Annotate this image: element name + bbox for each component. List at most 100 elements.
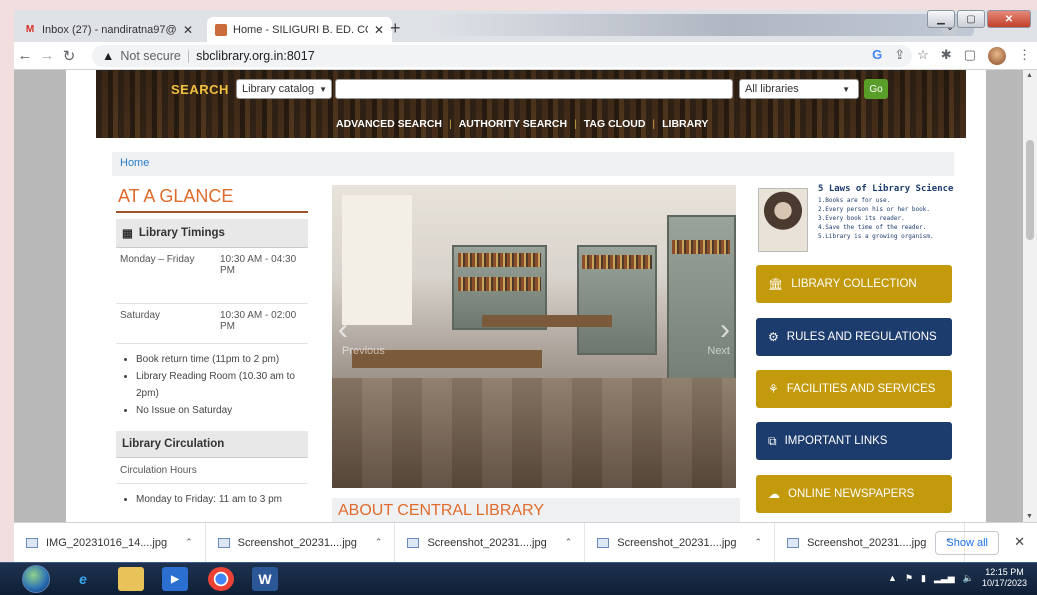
tab-home[interactable]: Home - SILIGURI B. ED. COLLEGE ✕ bbox=[207, 17, 392, 42]
chevron-up-icon[interactable]: ⌃ bbox=[185, 537, 193, 548]
at-a-glance-panel: AT A GLANCE ▦ Library Timings Monday – F… bbox=[116, 184, 308, 512]
photo-floor bbox=[332, 378, 736, 488]
glance-title: AT A GLANCE bbox=[116, 184, 308, 213]
list-item: Monday to Friday: 11 am to 3 pm bbox=[136, 491, 308, 508]
list-item: Book return time (11pm to 2 pm) bbox=[136, 351, 308, 368]
library-select[interactable]: All libraries ▼ bbox=[739, 79, 859, 99]
about-library-heading: ABOUT CENTRAL LIBRARY bbox=[332, 498, 740, 522]
chevron-up-icon[interactable]: ⌃ bbox=[755, 537, 763, 548]
search-input[interactable] bbox=[335, 79, 733, 99]
minimize-button[interactable]: ▁ bbox=[927, 10, 955, 28]
file-explorer-icon[interactable] bbox=[118, 567, 144, 591]
address-bar[interactable]: ▲ Not secure | sbclibrary.org.in:8017 bbox=[92, 45, 912, 67]
new-tab-button[interactable]: + bbox=[390, 18, 401, 39]
five-laws-card: 5 Laws of Library Science 1.Books are fo… bbox=[756, 184, 954, 256]
window-controls: ▁ ▢ ✕ bbox=[927, 10, 1031, 28]
download-item[interactable]: Screenshot_20231....jpg ⌃ bbox=[206, 523, 396, 562]
breadcrumb-home-link[interactable]: Home bbox=[120, 157, 149, 169]
button-label: IMPORTANT LINKS bbox=[784, 435, 888, 447]
circulation-hours-label: Circulation Hours bbox=[116, 458, 308, 484]
tray-expand-icon[interactable]: ▲ bbox=[888, 573, 897, 583]
sidepanel-icon[interactable]: ▢ bbox=[964, 47, 976, 65]
bookmark-star-icon[interactable]: ☆ bbox=[917, 47, 929, 65]
menu-kebab-icon[interactable]: ⋮ bbox=[1018, 47, 1031, 65]
library-timings-title: Library Timings bbox=[138, 227, 225, 239]
close-icon[interactable]: ✕ bbox=[1014, 534, 1025, 550]
tab-gmail[interactable]: M Inbox (27) - nandiratna97@gmai ✕ bbox=[16, 17, 201, 42]
library-collection-button[interactable]: 🏛 LIBRARY COLLECTION bbox=[756, 265, 952, 303]
chevron-up-icon[interactable]: ⌃ bbox=[565, 537, 573, 548]
download-item[interactable]: IMG_20231016_14....jpg ⌃ bbox=[14, 523, 206, 562]
carousel-prev[interactable]: Previous bbox=[342, 345, 385, 357]
start-button[interactable] bbox=[22, 565, 50, 593]
nav-library[interactable]: LIBRARY bbox=[662, 118, 708, 130]
back-button[interactable]: ← bbox=[14, 47, 36, 64]
timing-notes: Book return time (11pm to 2 pm) Library … bbox=[116, 344, 308, 423]
clock[interactable]: 12:15 PM 10/17/2023 bbox=[982, 567, 1027, 589]
library-photo-carousel[interactable]: ‹ › Previous Next bbox=[332, 185, 736, 488]
chevron-up-icon[interactable]: ⌃ bbox=[375, 537, 383, 548]
flag-icon[interactable]: ⚑ bbox=[905, 573, 913, 584]
gmail-icon: M bbox=[25, 24, 35, 35]
browser-window: M Inbox (27) - nandiratna97@gmai ✕ Home … bbox=[14, 10, 1037, 562]
photo-books bbox=[458, 277, 541, 291]
button-label: LIBRARY COLLECTION bbox=[791, 278, 917, 290]
important-links-button[interactable]: ⧉ IMPORTANT LINKS bbox=[756, 422, 952, 460]
chevron-right-icon[interactable]: › bbox=[720, 313, 730, 347]
download-filename: Screenshot_20231....jpg bbox=[427, 536, 547, 549]
google-icon[interactable]: G bbox=[872, 47, 882, 65]
laws-list: 1.Books are for use. 2.Every person his … bbox=[818, 196, 934, 241]
go-button[interactable]: Go bbox=[864, 79, 888, 99]
internet-explorer-icon[interactable]: e bbox=[70, 567, 96, 591]
library-select-value: All libraries bbox=[745, 83, 799, 95]
reload-button[interactable]: ↻ bbox=[58, 47, 80, 65]
rules-regulations-button[interactable]: ⚙ RULES AND REGULATIONS bbox=[756, 318, 952, 356]
nav-advanced-search[interactable]: ADVANCED SEARCH bbox=[336, 118, 442, 130]
signal-icon[interactable]: ▂▃▅ bbox=[934, 573, 955, 584]
catalog-select[interactable]: Library catalog ▼ bbox=[236, 79, 332, 99]
nav-tag-cloud[interactable]: TAG CLOUD bbox=[584, 118, 646, 130]
photo-books bbox=[458, 253, 541, 267]
page-scrollbar[interactable]: ▲ ▼ bbox=[1023, 70, 1037, 522]
online-newspapers-button[interactable]: ☁ ONLINE NEWSPAPERS bbox=[756, 475, 952, 513]
download-filename: IMG_20231016_14....jpg bbox=[46, 536, 168, 549]
close-tab-icon[interactable]: ✕ bbox=[374, 23, 384, 37]
scroll-up-icon[interactable]: ▲ bbox=[1026, 72, 1033, 79]
page-viewport: SEARCH Library catalog ▼ All libraries ▼… bbox=[14, 70, 1037, 522]
system-tray: ▲ ⚑ ▮ ▂▃▅ 🔈 12:15 PM 10/17/2023 bbox=[888, 567, 1027, 589]
close-window-button[interactable]: ✕ bbox=[987, 10, 1031, 28]
chrome-icon[interactable] bbox=[208, 567, 234, 591]
facilities-services-button[interactable]: ⚘ FACILITIES AND SERVICES bbox=[756, 370, 952, 408]
law-item: 3.Every book its reader. bbox=[818, 215, 905, 222]
nav-authority-search[interactable]: AUTHORITY SEARCH bbox=[459, 118, 567, 130]
download-item[interactable]: Screenshot_20231....jpg ⌃ bbox=[585, 523, 776, 562]
share-icon[interactable]: ⇪ bbox=[894, 47, 905, 65]
word-icon[interactable]: W bbox=[252, 567, 278, 591]
catalog-select-value: Library catalog bbox=[242, 83, 315, 95]
calendar-icon: ▦ bbox=[122, 228, 133, 240]
law-item: 1.Books are for use. bbox=[818, 197, 891, 204]
image-file-icon bbox=[26, 537, 38, 548]
profile-avatar[interactable] bbox=[988, 47, 1006, 65]
chevron-down-icon: ▼ bbox=[319, 84, 327, 94]
downloads-bar: IMG_20231016_14....jpg ⌃ Screenshot_2023… bbox=[14, 522, 1037, 562]
photo-books bbox=[582, 255, 652, 269]
show-all-button[interactable]: Show all bbox=[935, 531, 999, 555]
media-player-icon[interactable]: ▶ bbox=[162, 567, 188, 591]
library-page: SEARCH Library catalog ▼ All libraries ▼… bbox=[66, 70, 986, 522]
network-icon[interactable]: ▮ bbox=[921, 573, 926, 584]
law-item: 5.Library is a growing organism. bbox=[818, 233, 934, 240]
volume-icon[interactable]: 🔈 bbox=[963, 573, 974, 584]
chevron-left-icon[interactable]: ‹ bbox=[338, 313, 348, 347]
ranganathan-portrait bbox=[758, 188, 808, 252]
download-item[interactable]: Screenshot_20231....jpg ⌃ bbox=[395, 523, 586, 562]
scroll-down-icon[interactable]: ▼ bbox=[1026, 513, 1033, 520]
carousel-next[interactable]: Next bbox=[707, 345, 730, 357]
close-tab-icon[interactable]: ✕ bbox=[183, 23, 193, 37]
forward-button[interactable]: → bbox=[36, 47, 58, 64]
url-text: sbclibrary.org.in:8017 bbox=[196, 49, 315, 63]
scrollbar-thumb[interactable] bbox=[1026, 140, 1034, 240]
extensions-icon[interactable]: ✱ bbox=[941, 47, 952, 65]
maximize-button[interactable]: ▢ bbox=[957, 10, 985, 28]
bank-icon: 🏛 bbox=[768, 277, 784, 291]
